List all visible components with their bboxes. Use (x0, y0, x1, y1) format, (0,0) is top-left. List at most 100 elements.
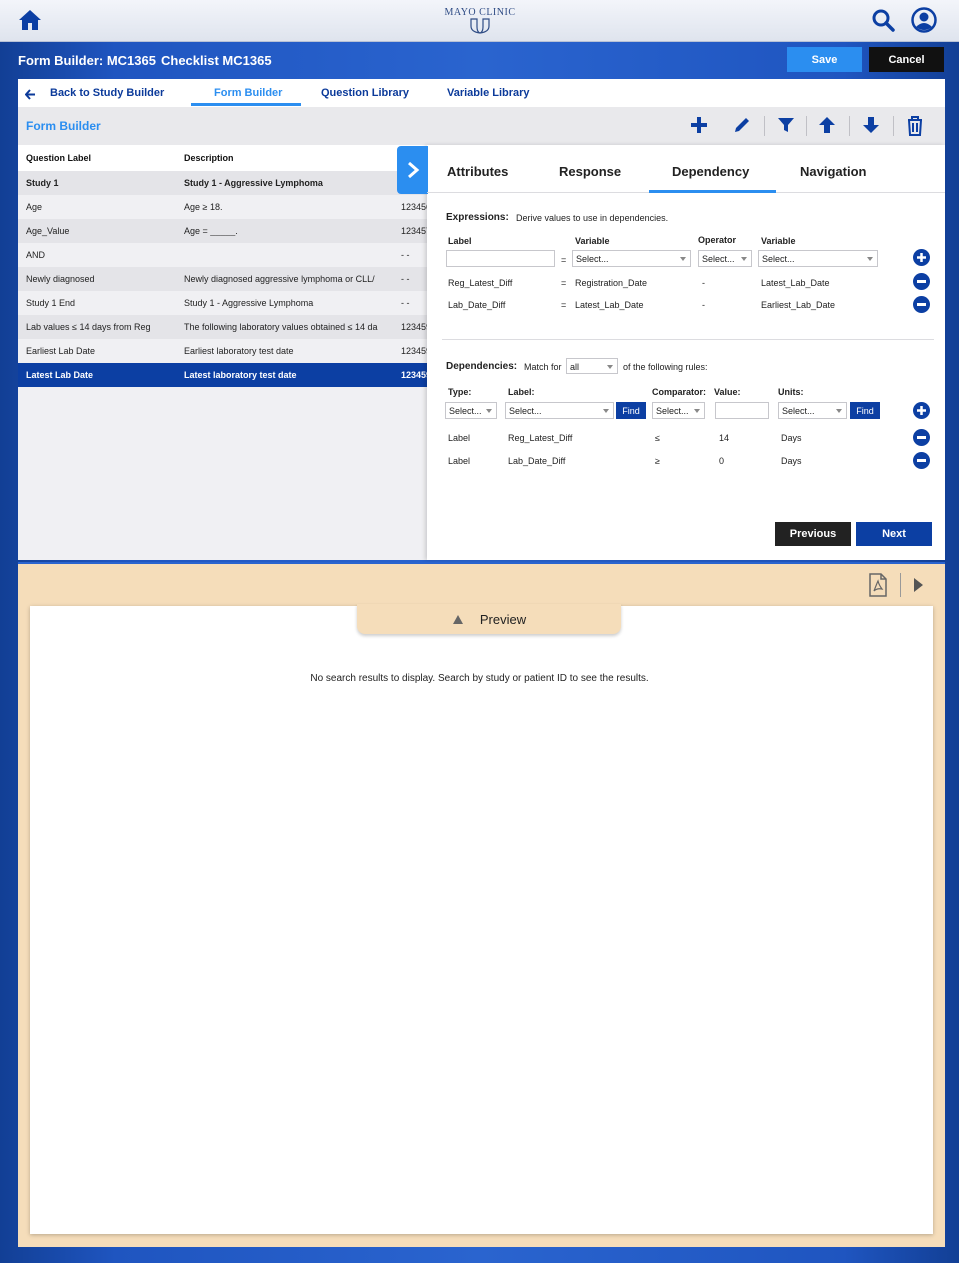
expr-header-operator: Operator (698, 235, 737, 245)
chevron-down-icon (680, 257, 686, 261)
dep-units-select[interactable]: Select... (778, 402, 847, 419)
table-row[interactable]: Age_Value Age = _____. 123457 (18, 219, 427, 243)
dep-row-value: 14 (719, 433, 730, 443)
dep-comparator-select[interactable]: Select... (652, 402, 705, 419)
remove-dependency-minus-icon[interactable] (913, 429, 930, 446)
remove-expression-minus-icon[interactable] (913, 296, 930, 313)
table-row[interactable]: Study 1 End Study 1 - Aggressive Lymphom… (18, 291, 427, 315)
table-row[interactable]: Earliest Lab Date Earliest laboratory te… (18, 339, 427, 363)
row-label: Latest Lab Date (26, 370, 94, 380)
row-label: Earliest Lab Date (26, 346, 96, 356)
tab-question-library[interactable]: Question Library (321, 87, 409, 99)
row-description: Age ≥ 18. (184, 202, 223, 212)
form-title: Form Builder: MC1365 (18, 53, 156, 68)
home-icon[interactable] (17, 7, 43, 33)
dep-header-units: Units: (778, 387, 804, 397)
pdf-icon[interactable] (868, 573, 888, 597)
expr-header-variable-2: Variable (761, 236, 796, 246)
back-to-study-builder-link[interactable]: Back to Study Builder (50, 87, 164, 99)
expr-row-operator: - (702, 300, 705, 310)
table-row[interactable]: AND - - (18, 243, 427, 267)
equals-sign: = (561, 255, 567, 265)
row-description: Latest laboratory test date (184, 370, 297, 380)
row-description: The following laboratory values obtained… (184, 322, 378, 332)
next-button[interactable]: Next (856, 522, 932, 546)
match-select[interactable]: all (566, 358, 618, 374)
expr-operator-select[interactable]: Select... (698, 250, 752, 267)
select-placeholder: Select... (576, 254, 609, 264)
row-description: Study 1 - Aggressive Lymphoma (184, 178, 323, 188)
preview-tab[interactable]: Preview (357, 604, 621, 634)
add-expression-plus-icon[interactable] (913, 249, 930, 266)
dep-header-label: Label: (508, 387, 535, 397)
table-row[interactable]: Lab values ≤ 14 days from Reg The follow… (18, 315, 427, 339)
expr-row-variable: Latest_Lab_Date (575, 300, 644, 310)
find-label-button[interactable]: Find (616, 402, 646, 419)
cancel-button[interactable]: Cancel (869, 47, 944, 72)
tab-response[interactable]: Response (559, 164, 621, 179)
expr-variable-2-select[interactable]: Select... (758, 250, 878, 267)
expr-label-input[interactable] (446, 250, 555, 267)
detail-panel (427, 145, 945, 560)
add-icon[interactable] (689, 115, 711, 137)
row-id: - - (401, 250, 410, 260)
tab-attributes[interactable]: Attributes (447, 164, 508, 179)
row-id: 123459 (401, 322, 427, 332)
move-up-arrow-icon[interactable] (817, 115, 839, 137)
remove-expression-minus-icon[interactable] (913, 273, 930, 290)
user-account-icon[interactable] (910, 6, 938, 34)
tab-navigation[interactable]: Navigation (800, 164, 866, 179)
remove-dependency-minus-icon[interactable] (913, 452, 930, 469)
edit-pencil-icon[interactable] (732, 115, 754, 137)
tab-dependency[interactable]: Dependency (672, 164, 749, 179)
preview-toolbar (18, 562, 945, 608)
chevron-down-icon (867, 257, 873, 261)
dep-row-comparator: ≤ (655, 433, 660, 443)
select-placeholder: Select... (449, 406, 482, 416)
table-row[interactable]: Age Age ≥ 18. 123456 (18, 195, 427, 219)
expr-variable-select[interactable]: Select... (572, 250, 691, 267)
dep-row-label: Reg_Latest_Diff (508, 433, 573, 443)
preview-label: Preview (479, 611, 527, 627)
expr-header-label: Label (448, 236, 472, 246)
dep-header-type: Type: (448, 387, 472, 397)
dep-label-select[interactable]: Select... (505, 402, 614, 419)
dep-type-select[interactable]: Select... (445, 402, 497, 419)
tab-variable-library[interactable]: Variable Library (447, 87, 530, 99)
chevron-down-icon (486, 409, 492, 413)
dep-row-type: Label (448, 456, 471, 466)
match-for-text: Match for (524, 362, 562, 372)
dep-header-value: Value: (714, 387, 741, 397)
row-id: - - (401, 298, 410, 308)
row-description: Age = _____. (184, 226, 238, 236)
expr-row-variable-2: Earliest_Lab_Date (761, 300, 836, 310)
empty-results-message: No search results to display. Search by … (310, 673, 649, 684)
dep-value-input[interactable] (715, 402, 769, 419)
row-label: Study 1 End (26, 298, 76, 308)
find-units-button[interactable]: Find (850, 402, 880, 419)
add-dependency-plus-icon[interactable] (913, 402, 930, 419)
checklist-title: Checklist MC1365 (161, 53, 272, 68)
tab-form-builder[interactable]: Form Builder (214, 87, 282, 99)
row-label: Newly diagnosed (26, 274, 95, 284)
row-description: Study 1 - Aggressive Lymphoma (184, 298, 314, 308)
chevron-down-icon (836, 409, 842, 413)
collapse-panel-chevron-icon[interactable] (397, 146, 428, 194)
save-button[interactable]: Save (787, 47, 862, 72)
row-id: 123459 (401, 370, 427, 380)
table-row-selected[interactable]: Latest Lab Date Latest laboratory test d… (18, 363, 427, 387)
active-detail-tab-underline (649, 190, 776, 193)
table-row[interactable]: Study 1 Study 1 - Aggressive Lymphoma (18, 171, 427, 195)
back-arrow-icon[interactable] (24, 87, 37, 100)
move-down-arrow-icon[interactable] (861, 115, 883, 137)
select-placeholder: Select... (656, 406, 689, 416)
section-divider (442, 339, 934, 340)
search-icon[interactable] (870, 7, 896, 33)
row-label: Study 1 (26, 178, 59, 188)
dep-row-type: Label (448, 433, 471, 443)
trash-icon[interactable] (905, 115, 927, 137)
play-arrow-icon[interactable] (913, 577, 925, 593)
filter-icon[interactable] (776, 115, 798, 137)
table-row[interactable]: Newly diagnosed Newly diagnosed aggressi… (18, 267, 427, 291)
previous-button[interactable]: Previous (775, 522, 851, 546)
